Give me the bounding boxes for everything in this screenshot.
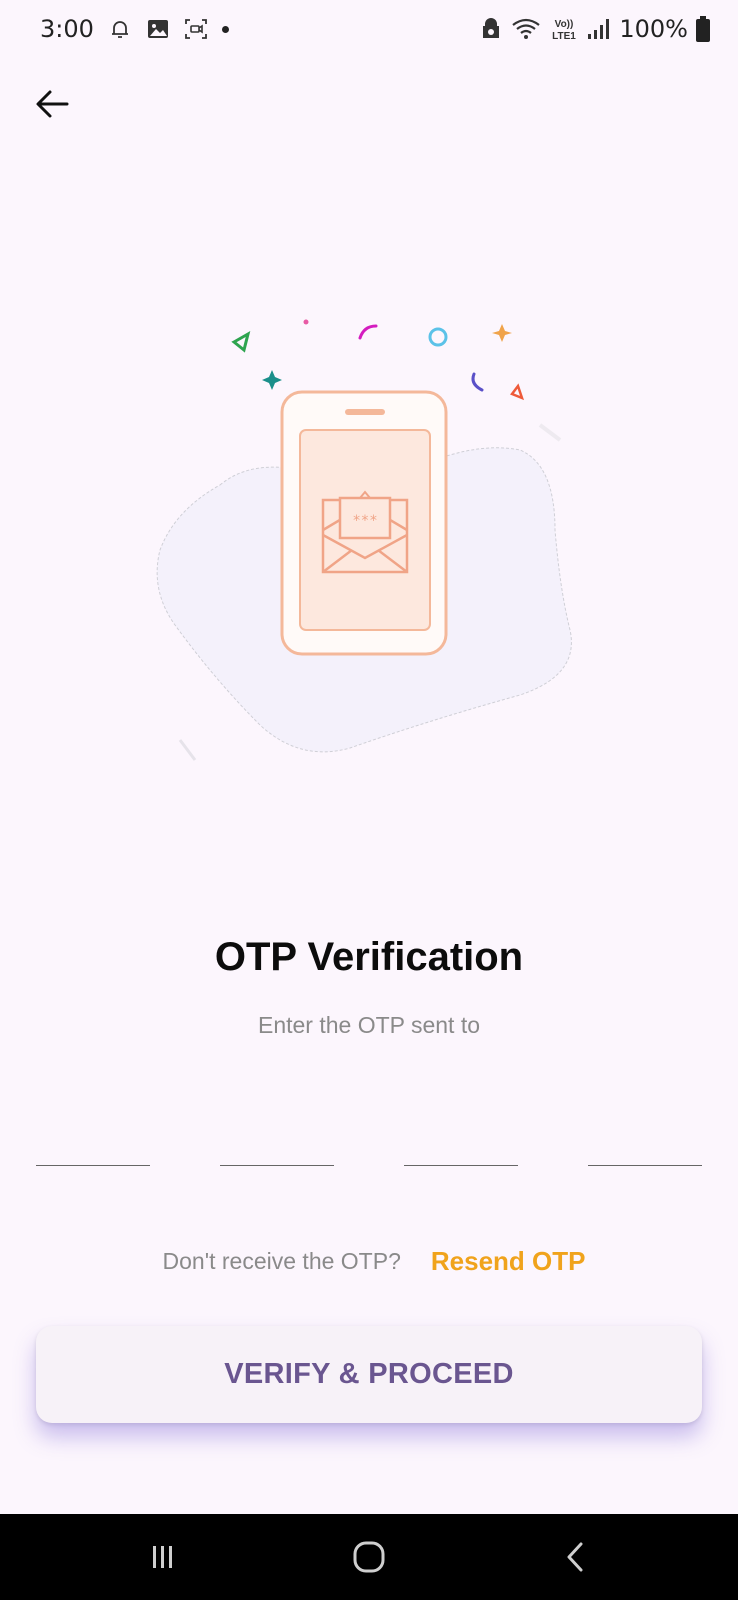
volte-icon: Vo)) LTE1	[553, 19, 577, 42]
confetti-triangle-red	[510, 383, 525, 401]
home-icon	[353, 1541, 385, 1573]
confetti-dot-pink	[303, 319, 309, 325]
battery-icon	[696, 16, 710, 42]
page-title: OTP Verification	[214, 935, 524, 979]
recent-apps-icon	[153, 1546, 172, 1568]
screen-record-icon	[185, 19, 207, 39]
back-button[interactable]	[30, 82, 74, 126]
confetti-circle-blue	[428, 327, 448, 347]
image-icon	[147, 20, 168, 38]
confetti-squiggle-purple	[471, 372, 484, 392]
home-button[interactable]	[329, 1527, 409, 1587]
confetti-squiggle-magenta	[358, 324, 378, 340]
page-subtitle: Enter the OTP sent to	[257, 1012, 481, 1038]
otp-digit-1[interactable]	[36, 1100, 150, 1166]
confetti-triangle-green	[231, 330, 251, 353]
resend-question: Don't receive the OTP?	[162, 1248, 401, 1274]
svg-text:Vo)): Vo))	[555, 19, 574, 30]
otp-digit-2[interactable]	[220, 1100, 334, 1166]
status-left: 3:00	[40, 15, 229, 43]
wifi-icon	[512, 18, 541, 39]
otp-illustration: ***	[156, 319, 572, 761]
back-nav-icon	[567, 1542, 583, 1572]
arrow-left-icon	[36, 90, 69, 118]
confetti-star-orange	[492, 324, 512, 342]
status-right: Vo)) LTE1 100%	[479, 15, 710, 43]
resend-otp-link[interactable]: Resend OTP	[431, 1246, 586, 1277]
back-nav-button[interactable]	[535, 1527, 615, 1587]
svg-text:LTE1: LTE1	[553, 31, 577, 42]
status-bar: 3:00 Vo)) LTE1 100%	[0, 0, 738, 58]
verify-proceed-button[interactable]: VERIFY & PROCEED	[36, 1326, 702, 1423]
notification-bell-icon	[111, 21, 128, 38]
otp-mask-text: ***	[352, 513, 377, 529]
vpn-icon	[483, 18, 500, 38]
battery-percent: 100%	[619, 15, 688, 43]
otp-digit-3[interactable]	[404, 1100, 518, 1166]
otp-digit-4[interactable]	[588, 1100, 702, 1166]
confetti-star-teal	[262, 370, 282, 390]
system-nav-bar	[0, 1514, 738, 1600]
recent-apps-button[interactable]	[123, 1527, 203, 1587]
signal-icon	[588, 19, 610, 39]
otp-input-row	[36, 1100, 702, 1170]
dot-icon	[221, 25, 229, 33]
status-time: 3:00	[40, 15, 94, 43]
resend-row: Don't receive the OTP? Resend OTP	[0, 1246, 738, 1277]
verify-button-label: VERIFY & PROCEED	[224, 1358, 514, 1390]
